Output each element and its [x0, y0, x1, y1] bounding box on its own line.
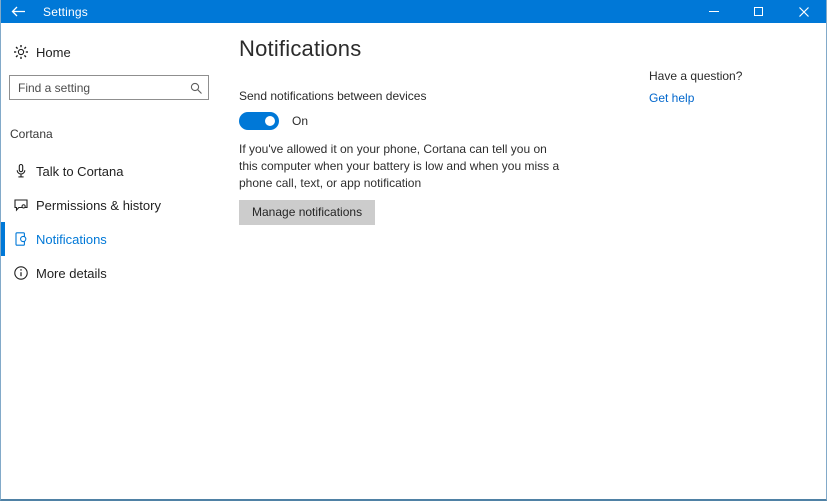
sidebar: Home Cortana: [1, 23, 231, 499]
sidebar-item-permissions-history[interactable]: Permissions & history: [1, 188, 231, 222]
sidebar-item-more-details[interactable]: More details: [1, 256, 231, 290]
help-section: Have a question? Get help: [649, 69, 742, 107]
sidebar-item-label: More details: [36, 265, 107, 281]
sidebar-section-label: Cortana: [10, 127, 53, 141]
microphone-icon: [13, 163, 29, 179]
page-title: Notifications: [239, 36, 362, 61]
sidebar-home-label: Home: [36, 44, 71, 60]
maximize-icon: [754, 7, 763, 16]
window-title: Settings: [43, 4, 88, 19]
toggle-state-label: On: [292, 114, 309, 128]
sidebar-nav: Talk to Cortana Permissions & history No…: [1, 154, 231, 290]
settings-window: Settings Home Find a setting Cortana Tal…: [0, 0, 827, 501]
search-icon[interactable]: [184, 81, 208, 95]
sidebar-item-notifications[interactable]: Notifications: [1, 222, 231, 256]
sidebar-item-label: Notifications: [36, 231, 107, 247]
minimize-button[interactable]: [691, 0, 736, 23]
selected-accent-bar: [1, 222, 5, 256]
back-button[interactable]: [1, 0, 35, 23]
toggle-row: On: [239, 112, 826, 130]
setting-description: If you've allowed it on your phone, Cort…: [239, 142, 560, 190]
notifications-toggle[interactable]: [239, 112, 279, 130]
help-question-text: Have a question?: [649, 69, 743, 83]
minimize-icon: [708, 11, 719, 12]
sidebar-item-label: Permissions & history: [36, 197, 161, 213]
get-help-link[interactable]: Get help: [649, 91, 694, 105]
info-icon: [13, 265, 29, 281]
manage-notifications-button[interactable]: Manage notifications: [239, 200, 376, 225]
close-button[interactable]: [781, 0, 826, 23]
sidebar-item-talk-to-cortana[interactable]: Talk to Cortana: [1, 154, 231, 188]
close-icon: [798, 6, 809, 17]
search-box: [9, 75, 209, 100]
notifications-icon: [13, 231, 29, 247]
sidebar-item-label: Talk to Cortana: [36, 163, 124, 179]
permissions-icon: [13, 197, 29, 213]
search-input[interactable]: [10, 76, 184, 99]
maximize-button[interactable]: [736, 0, 781, 23]
titlebar: Settings: [1, 0, 826, 23]
toggle-knob: [265, 116, 275, 126]
sidebar-item-home[interactable]: Home: [1, 39, 231, 65]
back-arrow-icon: [11, 6, 26, 17]
gear-icon: [13, 44, 29, 60]
